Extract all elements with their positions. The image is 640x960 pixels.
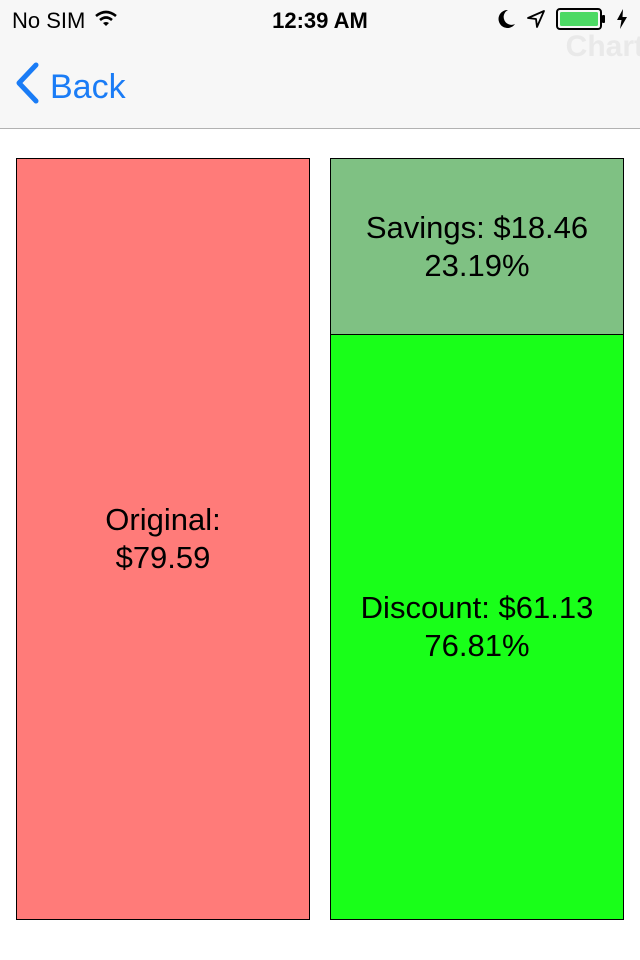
back-label: Back	[50, 68, 126, 106]
bar-savings: Savings: $18.46 23.19%	[330, 158, 624, 335]
screen: No SIM 12:39 AM Chart Back Original: $79…	[0, 0, 640, 960]
bar-discount: Discount: $61.13 76.81%	[330, 334, 624, 920]
location-arrow-icon	[526, 9, 546, 35]
discount-label: Discount: $61.13	[360, 590, 594, 625]
moon-icon	[498, 9, 516, 35]
discount-percent: 76.81%	[424, 628, 530, 663]
chevron-left-icon	[14, 62, 40, 113]
original-value: $79.59	[115, 540, 211, 575]
back-button[interactable]: Back	[14, 62, 126, 113]
savings-label: Savings: $18.46	[365, 209, 589, 245]
navigation-bar: Chart Back	[0, 30, 640, 129]
savings-chart: Original: $79.59 Savings: $18.46 23.19% …	[0, 128, 640, 960]
savings-percent: 23.19%	[424, 247, 530, 283]
bar-original: Original: $79.59	[16, 158, 310, 920]
status-bar: No SIM 12:39 AM	[0, 0, 640, 40]
original-label: Original:	[105, 502, 221, 537]
nav-title: Chart	[565, 30, 640, 63]
